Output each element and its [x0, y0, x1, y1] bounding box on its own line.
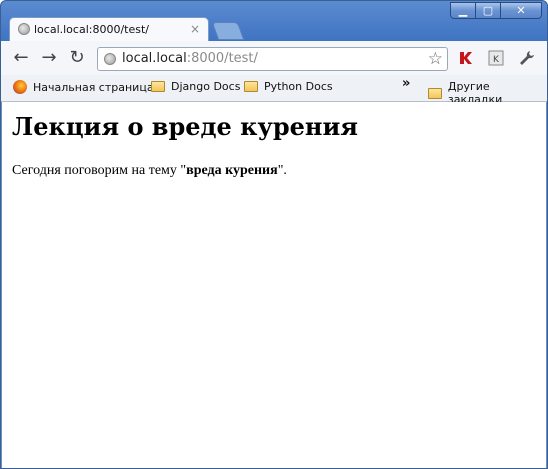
tab-active[interactable]: local.local:8000/test/ × [9, 17, 209, 41]
new-tab-button[interactable] [211, 22, 245, 40]
paragraph-text: Сегодня поговорим на тему " [12, 163, 187, 178]
close-icon: ✕ [516, 4, 526, 17]
folder-icon [151, 81, 165, 92]
tab-title: local.local:8000/test/ [34, 23, 149, 36]
page-info-icon[interactable] [104, 53, 116, 65]
bookmark-star-icon[interactable]: ☆ [428, 49, 443, 69]
url-text[interactable]: local.local:8000/test/ [122, 51, 258, 66]
maximize-icon: ▢ [482, 4, 494, 17]
paragraph-bold-text: вреда курения [186, 163, 278, 178]
toolbar: ← → ↻ local.local:8000/test/ ☆ K [1, 41, 547, 75]
address-bar[interactable]: local.local:8000/test/ ☆ [97, 47, 448, 71]
bookmark-label: Python Docs [264, 80, 333, 93]
bookmark-python-docs[interactable]: Python Docs [244, 80, 333, 93]
reload-icon: ↻ [69, 47, 85, 68]
close-button[interactable]: ✕ [500, 2, 542, 19]
arrow-left-icon: ← [13, 47, 29, 68]
folder-icon [428, 87, 442, 99]
tab-close-icon[interactable]: × [190, 22, 200, 36]
paragraph-text-end: ". [277, 163, 287, 178]
keyboard-icon[interactable]: K [488, 50, 504, 66]
globe-icon [18, 23, 30, 35]
reload-button[interactable]: ↻ [67, 48, 87, 68]
window-controls: ▁ ▢ ✕ [450, 2, 542, 19]
bookmark-label: Django Docs [171, 80, 241, 93]
url-host: local.local [122, 51, 187, 66]
back-button[interactable]: ← [11, 48, 31, 68]
page-content: Лекция о вреде курения Сегодня поговорим… [1, 102, 547, 468]
bookmark-django-docs[interactable]: Django Docs [151, 80, 240, 93]
url-path: :8000/test/ [186, 51, 258, 66]
kaspersky-icon[interactable] [458, 50, 474, 66]
bookmarks-bar: Начальная страница Django Docs Python Do… [1, 75, 547, 106]
page-heading: Лекция о вреде курения [12, 112, 358, 141]
wrench-icon[interactable] [519, 50, 535, 66]
bookmarks-overflow-chevron[interactable]: » [402, 76, 410, 91]
page-paragraph: Сегодня поговорим на тему "вреда курения… [12, 163, 287, 179]
folder-icon [244, 81, 258, 92]
arrow-right-icon: → [41, 47, 57, 68]
browser-window: ▁ ▢ ✕ local.local:8000/test/ × ← → ↻ loc… [0, 0, 548, 469]
minimize-icon: ▁ [458, 4, 468, 17]
firefox-icon [13, 80, 27, 94]
bookmark-label: Начальная страница [33, 80, 154, 94]
maximize-button[interactable]: ▢ [475, 2, 501, 19]
minimize-button[interactable]: ▁ [450, 2, 476, 19]
forward-button[interactable]: → [39, 48, 59, 68]
title-bar: ▁ ▢ ✕ local.local:8000/test/ × [1, 1, 547, 41]
bookmark-home[interactable]: Начальная страница [13, 80, 154, 94]
